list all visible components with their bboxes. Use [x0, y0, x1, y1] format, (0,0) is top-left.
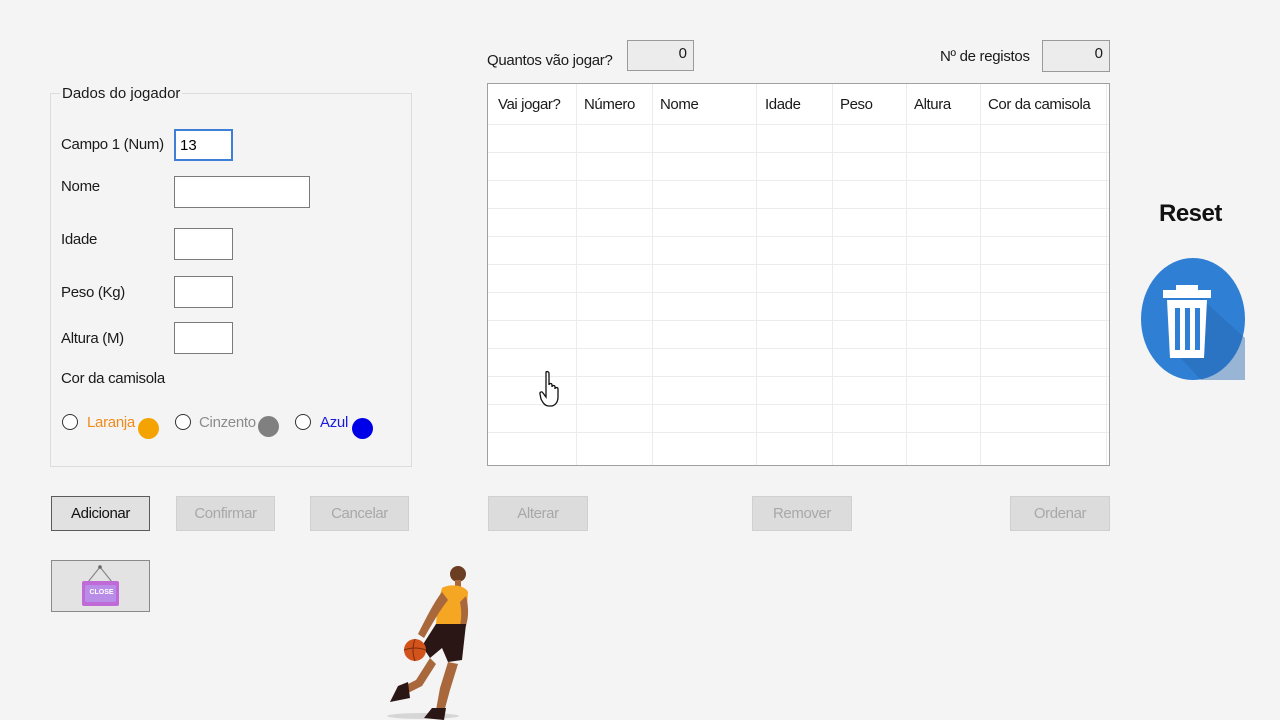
reset-label: Reset: [1159, 200, 1222, 227]
cor-camisola-label: Cor da camisola: [61, 370, 165, 387]
cinzento-color-dot: [258, 416, 279, 437]
grid-col-cor-camisola[interactable]: Cor da camisola: [988, 96, 1091, 113]
adicionar-button[interactable]: Adicionar: [51, 496, 150, 531]
trash-icon: [1163, 285, 1245, 380]
registos-value: 0: [1042, 40, 1110, 72]
grid-col-altura[interactable]: Altura: [914, 96, 951, 113]
altura-input[interactable]: [174, 322, 233, 354]
altura-label: Altura (M): [61, 330, 124, 347]
basketball-player-icon: [387, 566, 469, 720]
radio-laranja[interactable]: [62, 414, 78, 430]
quantos-vao-jogar-label: Quantos vão jogar?: [487, 52, 613, 69]
grid-col-peso[interactable]: Peso: [840, 96, 873, 113]
grid-header-row: Vai jogar? Número Nome Idade Peso Altura…: [488, 84, 1109, 124]
campo1-input[interactable]: [174, 129, 233, 161]
idade-input[interactable]: [174, 228, 233, 260]
close-button[interactable]: CLOSE: [51, 560, 150, 612]
player-data-group-title: Dados do jogador: [60, 85, 183, 102]
cancelar-button[interactable]: Cancelar: [310, 496, 409, 531]
registos-label: Nº de registos: [940, 48, 1030, 65]
grid-col-idade[interactable]: Idade: [765, 96, 801, 113]
laranja-label[interactable]: Laranja: [87, 414, 135, 431]
close-sign-icon: [82, 565, 119, 606]
confirmar-button[interactable]: Confirmar: [176, 496, 275, 531]
nome-input[interactable]: [174, 176, 310, 208]
hand-cursor-icon: [539, 370, 559, 407]
azul-color-dot: [352, 418, 373, 439]
close-sign-text: CLOSE: [89, 589, 114, 596]
alterar-button[interactable]: Alterar: [488, 496, 588, 531]
radio-azul[interactable]: [295, 414, 311, 430]
radio-cinzento[interactable]: [175, 414, 191, 430]
grid-col-numero[interactable]: Número: [584, 96, 635, 113]
remover-button[interactable]: Remover: [752, 496, 852, 531]
players-grid[interactable]: Vai jogar? Número Nome Idade Peso Altura…: [487, 83, 1110, 466]
laranja-color-dot: [138, 418, 159, 439]
reset-button[interactable]: [1141, 258, 1245, 380]
cinzento-label[interactable]: Cinzento: [199, 414, 256, 431]
peso-input[interactable]: [174, 276, 233, 308]
nome-label: Nome: [61, 178, 100, 195]
quantos-vao-jogar-value: 0: [627, 40, 694, 71]
grid-col-vai-jogar[interactable]: Vai jogar?: [498, 96, 561, 113]
idade-label: Idade: [61, 231, 98, 248]
ordenar-button[interactable]: Ordenar: [1010, 496, 1110, 531]
grid-col-nome[interactable]: Nome: [660, 96, 699, 113]
peso-label: Peso (Kg): [61, 284, 125, 301]
azul-label[interactable]: Azul: [320, 414, 348, 431]
campo1-label: Campo 1 (Num): [61, 136, 164, 153]
